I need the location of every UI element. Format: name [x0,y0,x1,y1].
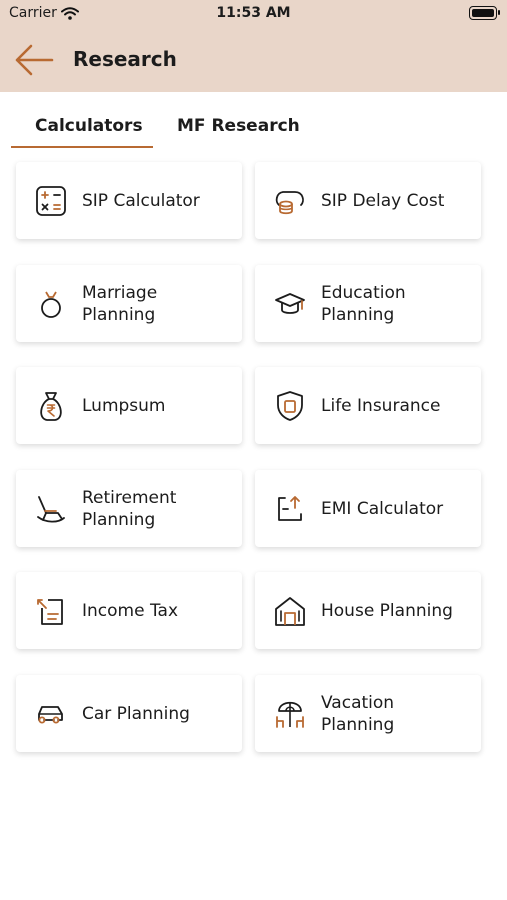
card-label: Life Insurance [321,395,441,416]
tab-mf-research[interactable]: MF Research [177,116,300,136]
card-emi-calculator[interactable]: EMI Calculator [255,470,481,547]
coin-stack-icon [275,190,304,214]
card-life-insurance[interactable]: Life Insurance [255,367,481,444]
money-bag-icon [40,391,62,421]
beach-umbrella-icon [276,701,304,728]
card-label: Vacation Planning [321,692,395,735]
card-vacation-planning[interactable]: Vacation Planning [255,675,481,752]
shield-icon [277,390,303,421]
card-label: SIP Delay Cost [321,190,445,211]
ring-icon [41,291,61,318]
nav-bar: Research [0,30,507,90]
card-label: Education Planning [321,282,406,325]
card-label: Lumpsum [82,395,166,416]
graduation-cap-icon [275,292,305,314]
card-income-tax[interactable]: Income Tax [16,572,242,649]
card-lumpsum[interactable]: Lumpsum [16,367,242,444]
card-label: House Planning [321,600,453,621]
calculator-icon [36,185,66,216]
card-retirement-planning[interactable]: Retirement Planning [16,470,242,547]
house-icon [275,596,305,626]
header-bar: Carrier 11:53 AM Research [0,0,507,92]
car-icon [38,705,63,723]
card-education-planning[interactable]: Education Planning [255,265,481,342]
card-car-planning[interactable]: Car Planning [16,675,242,752]
tab-calculators[interactable]: Calculators [35,116,143,136]
card-label: SIP Calculator [82,190,200,211]
card-house-planning[interactable]: House Planning [255,572,481,649]
battery-icon [469,6,500,20]
tax-document-icon [37,598,63,625]
emi-icon [278,495,302,521]
card-marriage-planning[interactable]: Marriage Planning [16,265,242,342]
card-sip-delay-cost[interactable]: SIP Delay Cost [255,162,481,239]
back-arrow-icon[interactable] [12,40,56,80]
card-sip-calculator[interactable]: SIP Calculator [16,162,242,239]
tab-bar: Calculators MF Research [0,92,507,150]
status-time: 11:53 AM [216,5,291,21]
active-tab-indicator [11,146,153,148]
card-label: EMI Calculator [321,498,444,519]
card-label: Retirement Planning [82,487,177,530]
page-title: Research [73,47,177,71]
card-label: Marriage Planning [82,282,158,325]
card-label: Car Planning [82,703,190,724]
card-label: Income Tax [82,600,179,621]
rocking-chair-icon [37,495,65,523]
status-bar: Carrier 11:53 AM [0,0,507,28]
